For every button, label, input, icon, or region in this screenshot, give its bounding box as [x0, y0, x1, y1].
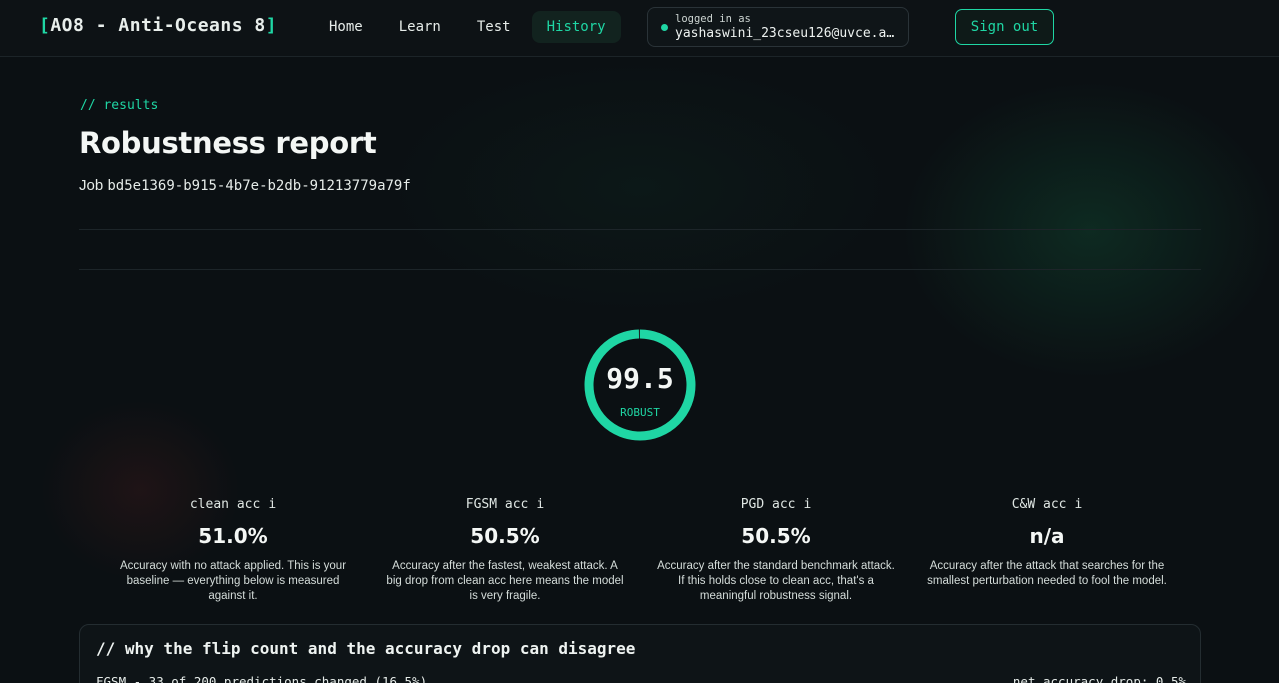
- nav-test[interactable]: Test: [462, 11, 526, 43]
- metric-value: n/a: [1029, 524, 1065, 548]
- metric-value: 51.0%: [198, 524, 268, 548]
- metric-description: Accuracy after the attack that searches …: [927, 560, 1167, 587]
- brand-bracket-close: ]: [265, 15, 278, 36]
- metric-value: 50.5%: [741, 524, 811, 548]
- metric-description: Accuracy after the standard benchmark at…: [657, 560, 895, 602]
- main-nav: Home Learn Test History: [314, 11, 621, 43]
- metric-clean-acc: clean acc i 51.0% Accuracy with no attack…: [103, 497, 363, 604]
- metric-cw-acc: C&W acc i n/a Accuracy after the attack t…: [917, 497, 1177, 589]
- user-email: yashaswini_23cseu126@uvce.ac.in: [675, 26, 901, 41]
- info-icon[interactable]: i: [1074, 497, 1082, 512]
- nav-learn[interactable]: Learn: [384, 11, 456, 43]
- robustness-score-ring: 99.5 ROBUST: [582, 327, 698, 443]
- divider: [79, 229, 1201, 230]
- online-status-icon: [661, 24, 668, 31]
- net-accuracy-drop: net accuracy drop: 0.5%: [1012, 674, 1186, 683]
- metric-label: PGD acc i: [646, 497, 906, 515]
- metric-label: clean acc i: [103, 497, 363, 515]
- nav-home[interactable]: Home: [314, 11, 378, 43]
- divider: [79, 269, 1201, 270]
- job-id-line: Job bd5e1369-b915-4b7e-b2db-91213779a79f: [79, 177, 411, 194]
- info-icon[interactable]: i: [268, 497, 276, 512]
- brand-name: AO8 - Anti-Oceans 8: [50, 15, 266, 36]
- robustness-score-value: 99.5: [606, 362, 674, 395]
- metric-label: FGSM acc i: [375, 497, 635, 515]
- metric-label-text: FGSM acc: [465, 497, 529, 512]
- logged-in-label: logged in as: [675, 13, 751, 25]
- job-label: Job: [79, 177, 104, 194]
- flip-count-explainer-panel: // why the flip count and the accuracy d…: [79, 624, 1201, 683]
- metric-label-text: clean acc: [189, 497, 261, 512]
- metric-label-text: PGD acc: [740, 497, 796, 512]
- nav-history[interactable]: History: [531, 11, 621, 43]
- page-title: Robustness report: [79, 126, 377, 160]
- metric-description: Accuracy with no attack applied. This is…: [119, 560, 347, 602]
- metric-value: 50.5%: [470, 524, 540, 548]
- metric-fgsm-acc: FGSM acc i 50.5% Accuracy after the faste…: [375, 497, 635, 604]
- metric-label: C&W acc i: [917, 497, 1177, 515]
- job-id: bd5e1369-b915-4b7e-b2db-91213779a79f: [107, 178, 411, 194]
- info-icon[interactable]: i: [803, 497, 811, 512]
- brand-bracket-open: [: [39, 15, 51, 36]
- sign-out-button[interactable]: Sign out: [955, 9, 1054, 45]
- metric-pgd-acc: PGD acc i 50.5% Accuracy after the standa…: [646, 497, 906, 604]
- brand-logo[interactable]: [AO8 - Anti-Oceans 8]: [39, 15, 277, 36]
- metric-description: Accuracy after the fastest, weakest atta…: [386, 560, 624, 602]
- user-status-box: logged in as yashaswini_23cseu126@uvce.a…: [647, 7, 909, 47]
- fgsm-flip-count: FGSM - 33 of 200 predictions changed (16…: [96, 674, 428, 683]
- metric-label-text: C&W acc: [1011, 497, 1067, 512]
- info-icon[interactable]: i: [536, 497, 544, 512]
- section-eyebrow: // results: [80, 98, 159, 113]
- robustness-score-label: ROBUST: [620, 406, 660, 419]
- panel-title: // why the flip count and the accuracy d…: [96, 639, 636, 658]
- top-navigation-bar: [AO8 - Anti-Oceans 8] Home Learn Test Hi…: [0, 0, 1279, 57]
